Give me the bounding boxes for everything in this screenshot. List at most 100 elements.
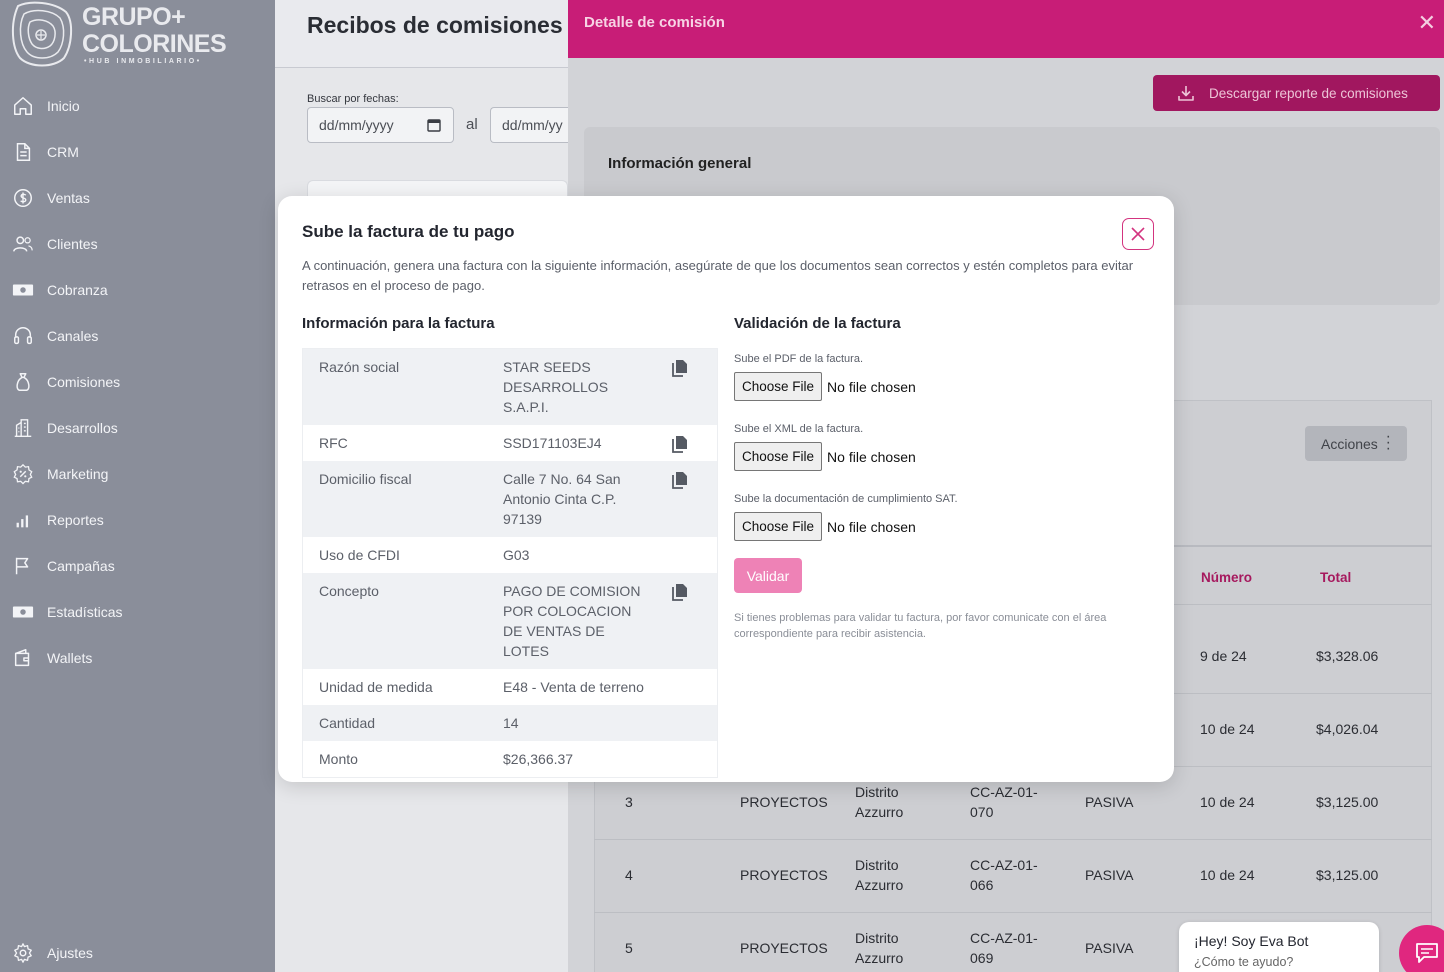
close-icon[interactable]: ✕ [1418,12,1436,34]
date-to-placeholder: dd/mm/yy [502,117,563,133]
sat-file-input[interactable]: Choose File No file chosen [734,512,916,541]
invoice-row-concepto: Concepto PAGO DE COMISION POR COLOCACION… [303,573,717,669]
sidebar-item-label: Inicio [47,98,80,114]
cash-icon [12,606,34,618]
chatbot-bubble[interactable]: ¡Hey! Soy Eva Bot ¿Cómo te ayudo? [1179,922,1379,972]
more-vertical-icon: · · · [1385,428,1391,457]
invoice-row-rfc: RFC SSD171103EJ4 [303,425,717,461]
sidebar-item-label: CRM [47,144,79,160]
invoice-key: Concepto [319,583,379,599]
copy-icon[interactable] [672,583,688,601]
sat-upload-label: Sube la documentación de cumplimiento SA… [734,493,958,505]
cell-tipo: PROYECTOS [740,867,828,883]
invoice-value: $26,366.37 [503,751,574,767]
brand-tagline: •HUB INMOBILIARIO• [84,58,202,65]
date-from-input[interactable]: dd/mm/yyyy [307,107,454,143]
copy-icon[interactable] [672,471,688,489]
invoice-validation-title: Validación de la factura [734,315,901,332]
sidebar-item-desarrollos[interactable]: Desarrollos [0,408,275,448]
download-report-button[interactable]: Descargar reporte de comisiones [1153,75,1440,111]
invoice-row-unidad: Unidad de medida E48 - Venta de terreno [303,669,717,705]
choose-file-button[interactable]: Choose File [734,512,823,541]
sidebar-item-ajustes[interactable]: Ajustes [0,933,275,972]
copy-icon[interactable] [672,359,688,377]
validate-button[interactable]: Validar [734,558,802,593]
flag-icon [15,557,29,575]
choose-file-button[interactable]: Choose File [734,372,823,401]
column-header-numero[interactable]: Número [1201,570,1252,585]
sidebar-item-label: Wallets [47,650,93,666]
invoice-value: E48 - Venta de terreno [503,679,644,695]
invoice-key: RFC [319,435,348,451]
sidebar-item-wallets[interactable]: Wallets [0,638,275,678]
invoice-key: Unidad de medida [319,679,433,695]
header-divider [275,67,568,68]
pdf-file-input[interactable]: Choose File No file chosen [734,372,916,401]
sidebar-item-label: Marketing [47,466,109,482]
sidebar-item-label: Reportes [47,512,104,528]
sidebar-item-label: Ajustes [47,945,93,961]
invoice-key: Uso de CFDI [319,547,400,563]
help-text: Si tienes problemas para validar tu fact… [734,612,1107,640]
sidebar-item-reportes[interactable]: Reportes [0,500,275,540]
sidebar-item-canales[interactable]: Canales [0,316,275,356]
invoice-value: G03 [503,547,530,563]
document-icon [16,143,31,161]
brand-logo[interactable]: GRUPO+ COLORINES •HUB INMOBILIARIO• [10,0,227,72]
sidebar-item-marketing[interactable]: Marketing [0,454,275,494]
actions-label: Acciones [1321,435,1378,452]
date-to-input[interactable]: dd/mm/yy [490,107,568,143]
cell-total: $3,125.00 [1316,867,1379,883]
close-icon [1130,226,1145,241]
invoice-key: Domicilio fiscal [319,471,412,487]
file-status: No file chosen [827,378,916,395]
sidebar-item-ventas[interactable]: Ventas [0,178,275,218]
sidebar-item-estadisticas[interactable]: Estadísticas [0,592,275,632]
file-status: No file chosen [827,448,916,465]
money-bag-icon [16,373,30,391]
building-icon [14,419,32,437]
actions-button[interactable]: Acciones · · · [1305,426,1407,461]
download-report-label: Descargar reporte de comisiones [1209,85,1408,101]
copy-icon[interactable] [672,435,688,453]
invoice-info-table: Razón social STAR SEEDS DESARROLLOS S.A.… [302,348,718,778]
date-from-placeholder: dd/mm/yyyy [319,117,394,133]
sidebar-item-campanas[interactable]: Campañas [0,546,275,586]
file-status: No file chosen [827,518,916,535]
modal-close-button[interactable] [1122,218,1154,250]
xml-upload-label: Sube el XML de la factura. [734,423,864,435]
sidebar-item-crm[interactable]: CRM [0,132,275,172]
chatbot-prompt: ¿Cómo te ayudo? [1194,955,1294,969]
cell-total: $3,125.00 [1316,794,1379,810]
page-title: Recibos de comisiones [307,12,563,38]
dollar-icon [14,189,32,207]
choose-file-button[interactable]: Choose File [734,442,823,471]
cell-tipo: PROYECTOS [740,794,828,810]
download-icon [1178,86,1194,101]
gear-icon [14,943,32,963]
xml-file-input[interactable]: Choose File No file chosen [734,442,916,471]
headset-icon [14,327,32,345]
percent-icon [13,463,33,485]
sidebar-item-label: Campañas [47,558,115,574]
sidebar-item-inicio[interactable]: Inicio [0,86,275,126]
date-separator: al [466,116,478,133]
sidebar-item-label: Estadísticas [47,604,123,620]
cell-estado: PASIVA [1085,867,1134,883]
invoice-key: Cantidad [319,715,376,731]
date-search-label: Buscar por fechas: [307,93,399,105]
invoice-row-domicilio: Domicilio fiscal Calle 7 No. 64 San Anto… [303,461,717,537]
row-divider [594,912,1432,913]
column-header-total[interactable]: Total [1320,570,1351,585]
calendar-icon[interactable] [427,118,441,132]
brand-name-line1: GRUPO+ [82,3,186,31]
sidebar-item-cobranza[interactable]: Cobranza [0,270,275,310]
cell-lote: CC-AZ-01-070 [970,784,1038,820]
invoice-value: SSD171103EJ4 [503,435,602,451]
sidebar-item-comisiones[interactable]: Comisiones [0,362,275,402]
row-divider [594,839,1432,840]
cash-icon [12,284,34,296]
cell-index: 5 [625,940,633,956]
sidebar-item-clientes[interactable]: Clientes [0,224,275,264]
invoice-row-uso-cfdi: Uso de CFDI G03 [303,537,717,573]
